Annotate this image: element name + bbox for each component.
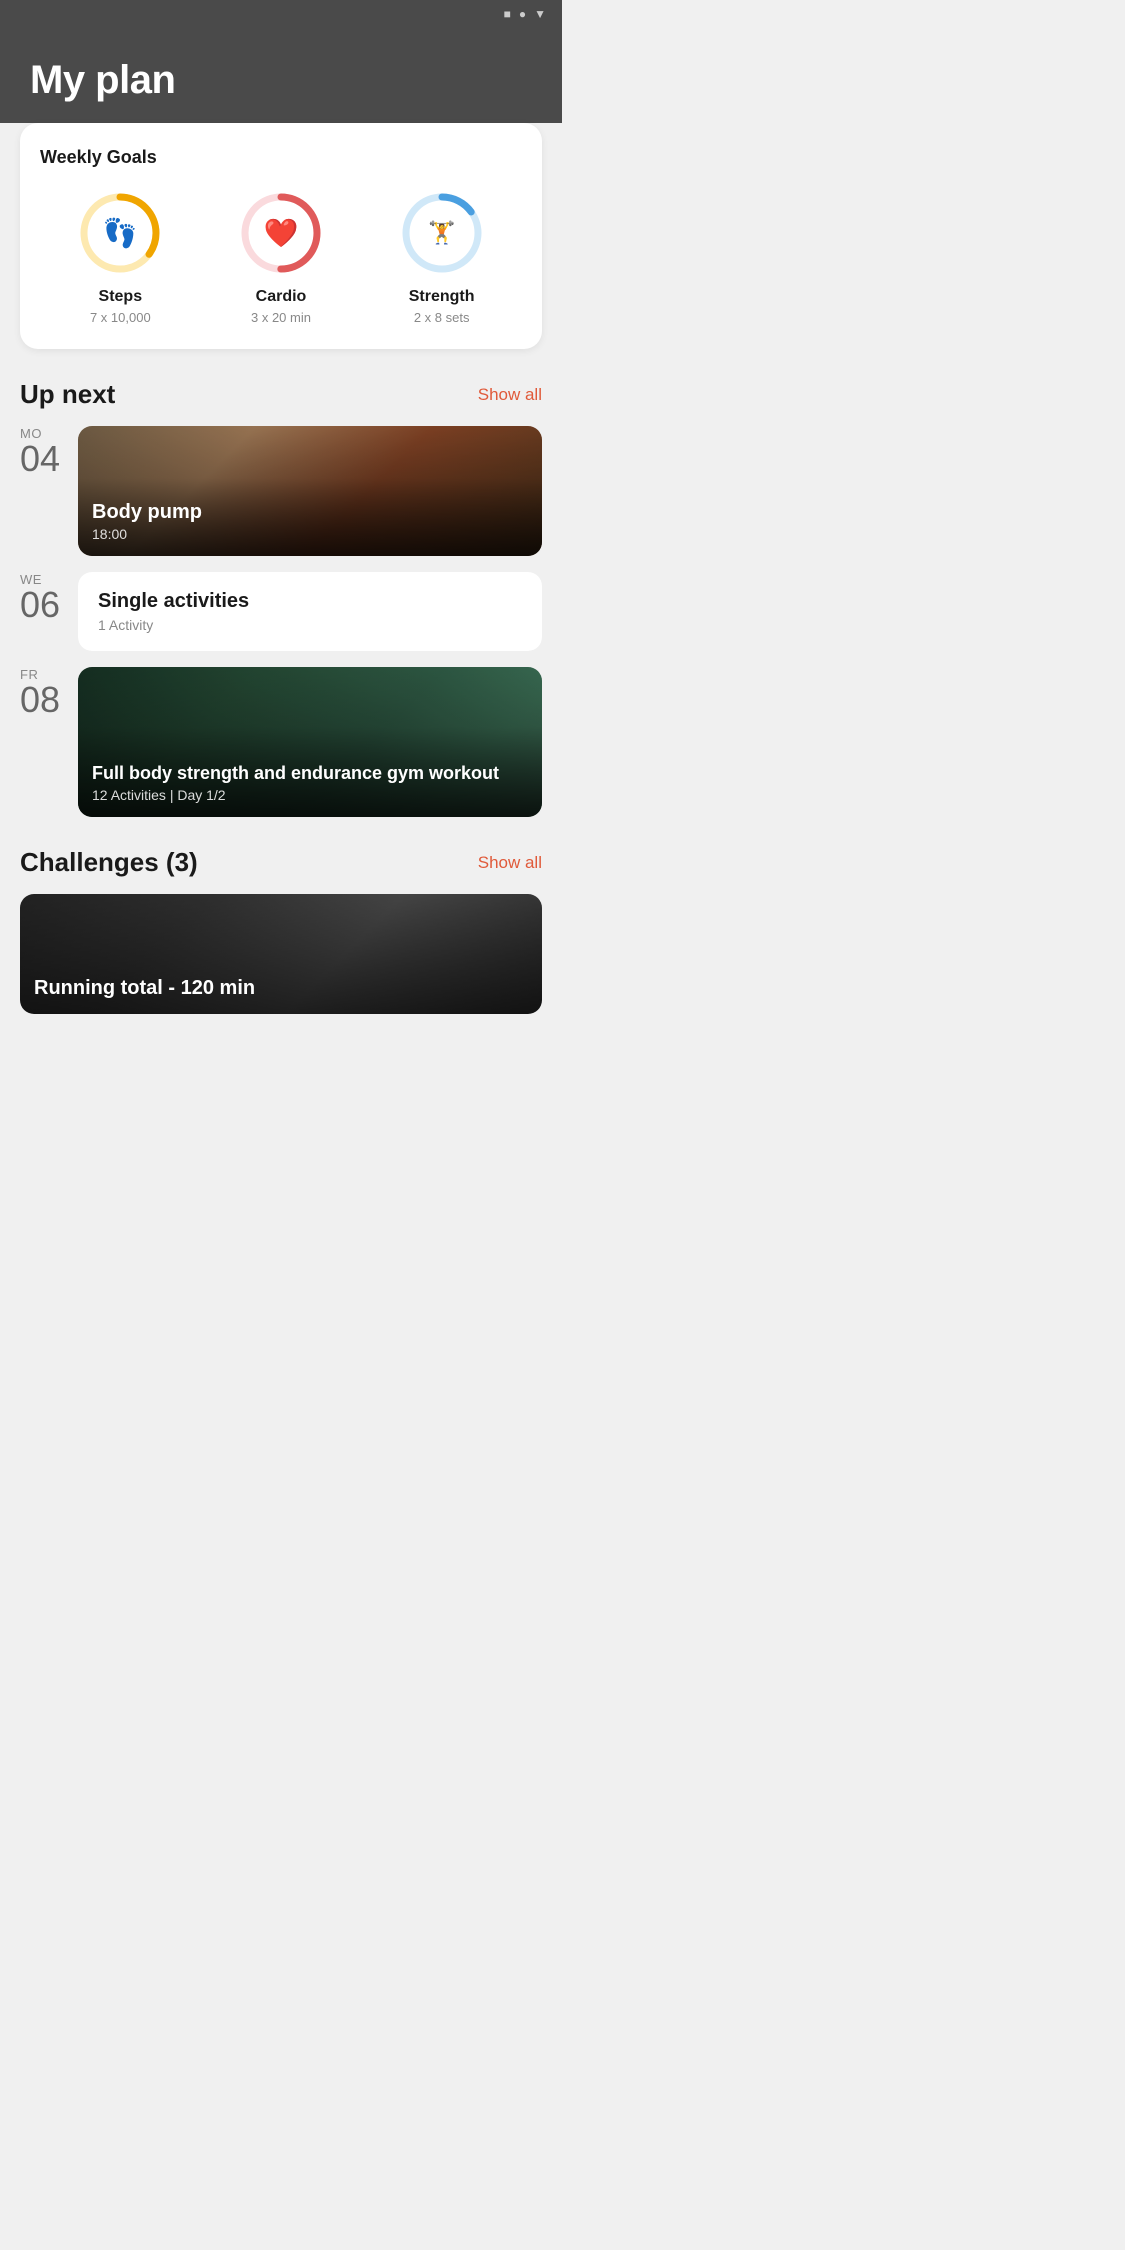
workout-title-2: Full body strength and endurance gym wor… bbox=[92, 762, 528, 785]
workout-sub-0: 18:00 bbox=[92, 526, 528, 542]
up-next-title: Up next bbox=[20, 379, 115, 410]
strength-circle: 🏋️ bbox=[397, 188, 487, 278]
challenge-card-0[interactable]: Running total - 120 min bbox=[20, 894, 542, 1014]
cardio-icon: ❤️ bbox=[264, 217, 299, 250]
workout-sub-1: 1 Activity bbox=[98, 617, 522, 633]
goal-steps[interactable]: 👣 Steps 7 x 10,000 bbox=[75, 188, 165, 325]
steps-label: Steps bbox=[99, 288, 143, 306]
schedule-item-0: MO 04 Body pump 18:00 bbox=[20, 426, 542, 556]
challenges-section: Challenges (3) Show all Running total - … bbox=[20, 847, 542, 1014]
workout-title-0: Body pump bbox=[92, 501, 528, 524]
schedule-item-1: WE 06 Single activities 1 Activity bbox=[20, 572, 542, 651]
day-num-1: 06 bbox=[20, 587, 64, 623]
cardio-sub: 3 x 20 min bbox=[251, 310, 311, 325]
goal-cardio[interactable]: ❤️ Cardio 3 x 20 min bbox=[236, 188, 326, 325]
steps-sub: 7 x 10,000 bbox=[90, 310, 151, 325]
schedule-item-2: FR 08 Full body strength and endurance g… bbox=[20, 667, 542, 817]
steps-icon: 👣 bbox=[103, 217, 138, 250]
stop-icon: ■ bbox=[504, 7, 511, 21]
page-title: My plan bbox=[30, 58, 532, 103]
status-bar: ■ ● ▼ bbox=[0, 0, 562, 28]
day-label-1: WE 06 bbox=[20, 572, 64, 623]
workout-image-2: Full body strength and endurance gym wor… bbox=[78, 667, 542, 817]
up-next-header: Up next Show all bbox=[20, 379, 542, 410]
strength-sub: 2 x 8 sets bbox=[414, 310, 470, 325]
circle-icon: ● bbox=[519, 7, 526, 21]
workout-plain-1: Single activities 1 Activity bbox=[78, 572, 542, 651]
workout-sub-2: 12 Activities | Day 1/2 bbox=[92, 787, 528, 803]
day-label-2: FR 08 bbox=[20, 667, 64, 718]
strength-icon: 🏋️ bbox=[428, 220, 455, 246]
workout-card-2[interactable]: Full body strength and endurance gym wor… bbox=[78, 667, 542, 817]
cardio-label: Cardio bbox=[256, 288, 307, 306]
steps-circle: 👣 bbox=[75, 188, 165, 278]
goals-row: 👣 Steps 7 x 10,000 ❤️ Cardio 3 x 20 min bbox=[40, 188, 522, 325]
weekly-goals-card: Weekly Goals 👣 Steps 7 x 10,000 bbox=[20, 123, 542, 349]
day-num-2: 08 bbox=[20, 682, 64, 718]
triangle-icon: ▼ bbox=[534, 7, 546, 21]
challenge-title-0: Running total - 120 min bbox=[34, 977, 528, 1000]
goal-strength[interactable]: 🏋️ Strength 2 x 8 sets bbox=[397, 188, 487, 325]
weekly-goals-title: Weekly Goals bbox=[40, 147, 522, 168]
day-label-0: MO 04 bbox=[20, 426, 64, 477]
cardio-circle: ❤️ bbox=[236, 188, 326, 278]
workout-card-1[interactable]: Single activities 1 Activity bbox=[78, 572, 542, 651]
workout-image-0: Body pump 18:00 bbox=[78, 426, 542, 556]
strength-label: Strength bbox=[409, 288, 475, 306]
up-next-section: Up next Show all MO 04 Body pump 18:00 W… bbox=[20, 379, 542, 817]
up-next-show-all[interactable]: Show all bbox=[478, 385, 542, 405]
day-num-0: 04 bbox=[20, 441, 64, 477]
challenges-header: Challenges (3) Show all bbox=[20, 847, 542, 878]
main-content: Weekly Goals 👣 Steps 7 x 10,000 bbox=[0, 123, 562, 1054]
challenges-show-all[interactable]: Show all bbox=[478, 853, 542, 873]
workout-title-1: Single activities bbox=[98, 590, 522, 613]
challenges-title: Challenges (3) bbox=[20, 847, 198, 878]
workout-card-0[interactable]: Body pump 18:00 bbox=[78, 426, 542, 556]
